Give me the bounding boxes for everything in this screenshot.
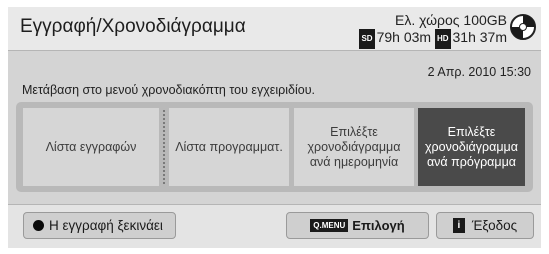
option-label: Λίστα εγγραφών xyxy=(45,139,137,154)
option-schedule-by-programme[interactable]: Επιλέξτε χρονοδιάγραμμα ανά πρόγραμμα xyxy=(418,108,525,186)
option-label: Επιλέξτε χρονοδιάγραμμα ανά πρόγραμμα xyxy=(424,124,518,169)
exit-button[interactable]: i Έξοδος xyxy=(436,212,534,239)
qmenu-key-icon: Q.MENU xyxy=(310,219,349,232)
hd-time: 31h 37m xyxy=(452,29,507,45)
header-bar: Εγγραφή/Χρονοδιάγραμμα Ελ. χώρος 100GB S… xyxy=(8,7,541,51)
option-label: Επιλέξτε χρονοδιάγραμμα ανά ημερομηνία xyxy=(307,124,401,169)
dotted-divider xyxy=(163,110,165,184)
current-datetime: 2 Απρ. 2010 15:30 xyxy=(427,65,531,79)
recording-schedule-panel: Εγγραφή/Χρονοδιάγραμμα Ελ. χώρος 100GB S… xyxy=(8,7,541,248)
option-recorded-list[interactable]: Λίστα εγγραφών xyxy=(23,108,159,186)
disc-icon xyxy=(510,14,536,40)
option-schedule-by-date[interactable]: Επιλέξτε χρονοδιάγραμμα ανά ημερομηνία xyxy=(294,108,414,186)
footer-bar: Η εγγραφή ξεκινάει Q.MENU Επιλογή i Έξοδ… xyxy=(8,204,541,248)
start-recording-button[interactable]: Η εγγραφή ξεκινάει xyxy=(23,212,176,239)
info-key-icon: i xyxy=(452,218,465,233)
select-button[interactable]: Q.MENU Επιλογή xyxy=(286,212,429,239)
sd-time: 79h 03m xyxy=(376,29,432,45)
hd-badge: HD xyxy=(434,29,451,49)
description-text: Μετάβαση στο μενού χρονοδιακόπτη του εγχ… xyxy=(22,83,315,97)
exit-label: Έξοδος xyxy=(471,218,518,233)
storage-info: Ελ. χώρος 100GB SD 79h 03m HD 31h 37m xyxy=(359,12,507,49)
storage-free-label: Ελ. χώρος 100GB xyxy=(395,12,507,28)
options-row: Λίστα εγγραφών Λίστα προγραμματ. Επιλέξτ… xyxy=(16,102,533,192)
select-label: Επιλογή xyxy=(352,218,405,233)
record-label: Η εγγραφή ξεκινάει xyxy=(49,218,163,233)
option-schedule-list[interactable]: Λίστα προγραμματ. xyxy=(169,108,289,186)
record-dot-icon xyxy=(33,220,44,231)
page-title: Εγγραφή/Χρονοδιάγραμμα xyxy=(20,16,246,37)
storage-times: SD 79h 03m HD 31h 37m xyxy=(359,28,507,49)
option-label: Λίστα προγραμματ. xyxy=(175,139,283,154)
sd-badge: SD xyxy=(359,29,375,49)
